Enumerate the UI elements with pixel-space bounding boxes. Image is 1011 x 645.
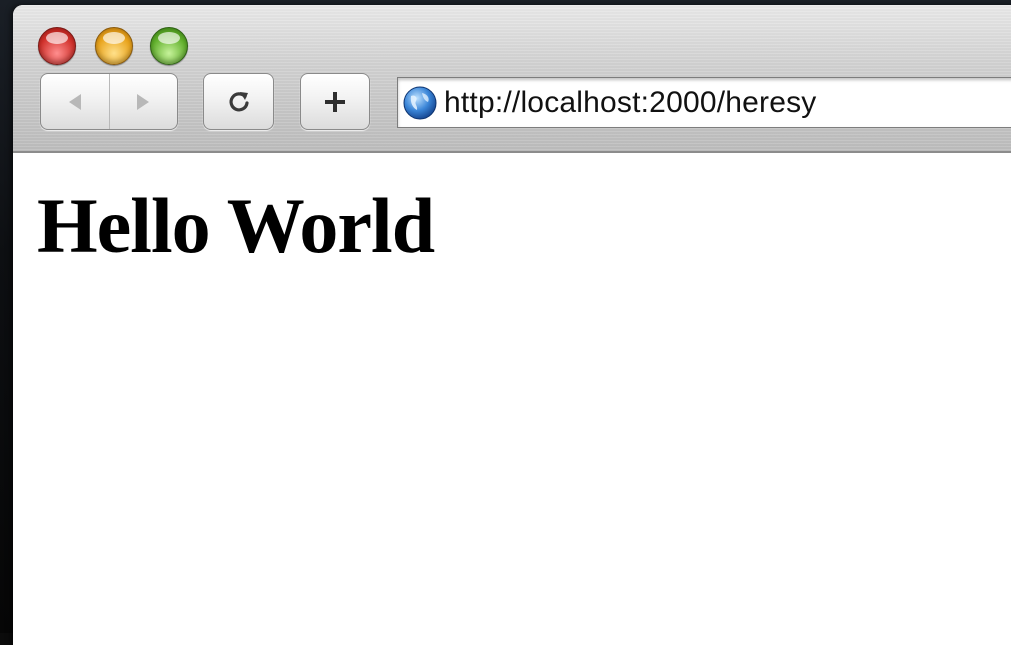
browser-toolbar: http://localhost:2000/heresy	[13, 5, 1011, 153]
minimize-window-button[interactable]	[95, 27, 133, 65]
url-text: http://localhost:2000/heresy	[444, 85, 817, 119]
forward-button[interactable]	[108, 74, 178, 129]
close-window-button[interactable]	[38, 27, 76, 65]
plus-icon	[325, 91, 345, 112]
back-arrow-icon	[68, 93, 81, 110]
address-bar[interactable]: http://localhost:2000/heresy	[397, 77, 1011, 128]
reload-icon	[229, 91, 249, 111]
page-heading: Hello World	[37, 182, 435, 269]
forward-arrow-icon	[137, 93, 150, 110]
add-bookmark-button[interactable]	[300, 73, 370, 130]
back-forward-control	[40, 73, 178, 130]
browser-window: http://localhost:2000/heresy Hello World	[13, 5, 1011, 645]
back-button[interactable]	[41, 74, 109, 129]
reload-button[interactable]	[203, 73, 274, 130]
page-content: Hello World	[13, 153, 1011, 265]
zoom-window-button[interactable]	[150, 27, 188, 65]
globe-icon	[402, 85, 438, 121]
